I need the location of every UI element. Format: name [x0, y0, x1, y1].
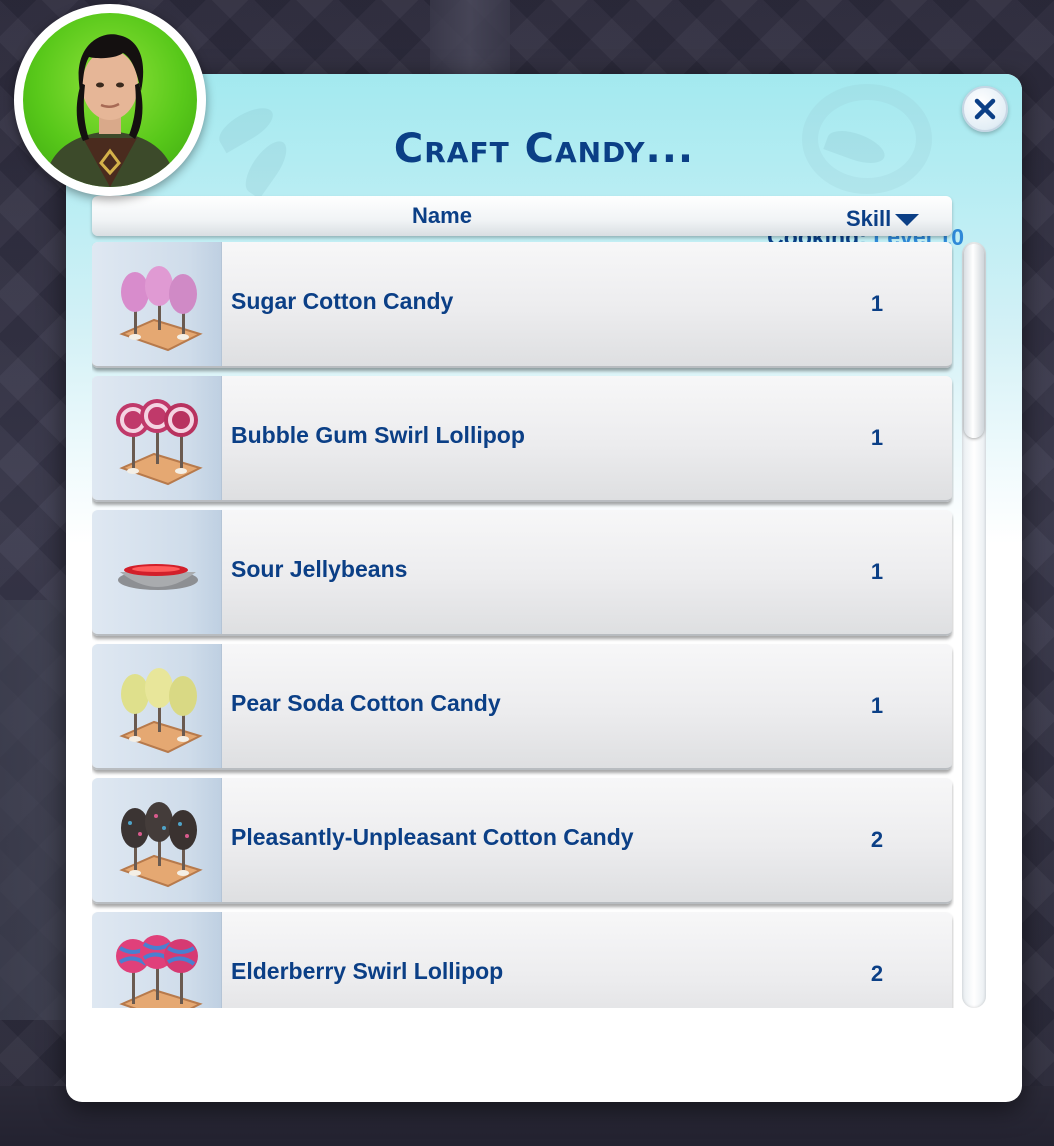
recipe-skill-level: 2 [870, 827, 884, 852]
dark-cotton-candy-icon [119, 802, 203, 888]
dialog-title: Craft Candy... [393, 126, 695, 172]
list-scrollbar[interactable] [962, 242, 986, 1008]
recipe-skill-level: 1 [870, 425, 884, 450]
recipe-skill-level: 1 [870, 559, 884, 584]
recipe-thumbnail [92, 644, 222, 768]
recipe-row[interactable]: Sour Jellybeans 1 [92, 510, 952, 636]
recipe-row[interactable]: Pear Soda Cotton Candy 1 [92, 644, 952, 770]
pink-swirl-lollipop-icon [116, 399, 203, 486]
recipe-row[interactable]: Sugar Cotton Candy 1 [92, 242, 952, 368]
recipe-thumbnail [92, 242, 222, 366]
recipe-row[interactable]: Pleasantly-Unpleasant Cotton Candy 2 [92, 778, 952, 904]
sim-avatar[interactable] [14, 4, 206, 196]
column-header-name[interactable]: Name [92, 203, 792, 229]
scrollbar-thumb[interactable] [964, 244, 984, 438]
yellow-cotton-candy-icon [119, 668, 203, 754]
recipe-row[interactable]: Bubble Gum Swirl Lollipop 1 [92, 376, 952, 502]
column-header-skill[interactable]: Skill [846, 206, 920, 232]
recipe-thumbnail [92, 912, 222, 1008]
recipe-list: Sugar Cotton Candy 1 Bubble Gum Swirl Lo… [92, 242, 954, 1008]
sort-descending-icon [895, 214, 920, 226]
recipe-skill-level: 1 [870, 693, 884, 718]
red-jellybean-bowl-icon [118, 564, 198, 590]
column-header-skill-label: Skill [846, 206, 892, 231]
recipe-name: Sour Jellybeans [231, 556, 408, 582]
recipe-thumbnail [92, 778, 222, 902]
pink-blue-swirl-lollipop-icon [116, 935, 203, 1008]
recipe-thumbnail [92, 510, 222, 634]
recipe-name: Pleasantly-Unpleasant Cotton Candy [231, 824, 634, 850]
sim-portrait-icon [43, 34, 177, 187]
recipe-name: Sugar Cotton Candy [231, 288, 454, 314]
avatar-portrait [23, 13, 197, 187]
background-pipe [430, 0, 510, 80]
close-button[interactable] [962, 86, 1008, 132]
recipe-name: Elderberry Swirl Lollipop [231, 958, 504, 984]
recipe-thumbnail [92, 376, 222, 500]
recipe-skill-level: 2 [870, 961, 884, 986]
close-icon [974, 98, 996, 120]
recipe-name: Pear Soda Cotton Candy [231, 690, 501, 716]
column-header-bar: Name Skill [92, 196, 952, 236]
recipe-name: Bubble Gum Swirl Lollipop [231, 422, 525, 448]
recipe-row[interactable]: Elderberry Swirl Lollipop 2 [92, 912, 952, 1008]
recipe-skill-level: 1 [870, 291, 884, 316]
pink-cotton-candy-icon [119, 266, 203, 352]
